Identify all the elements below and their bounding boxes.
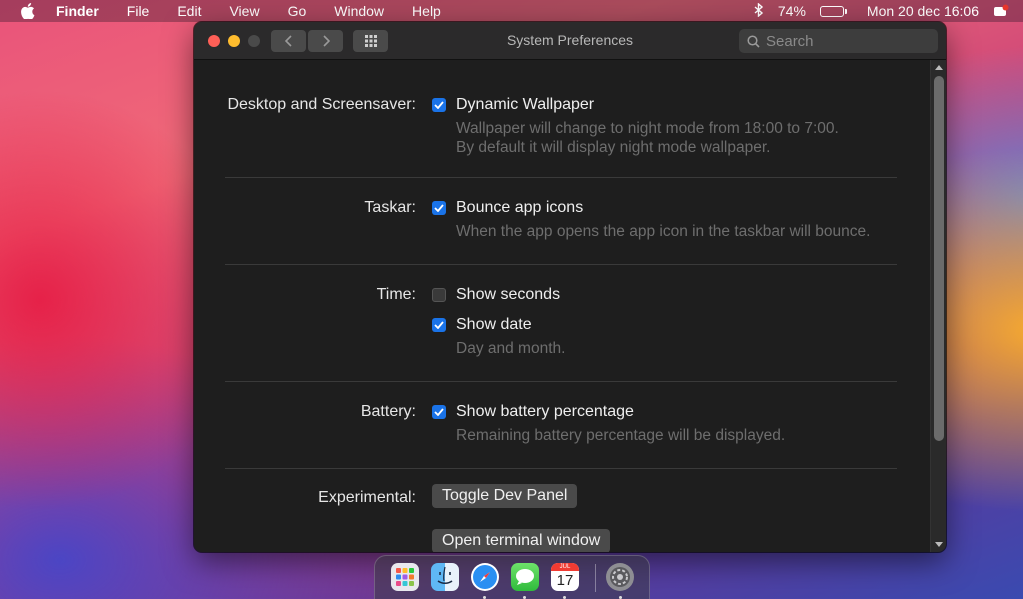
checkbox-checked[interactable] xyxy=(432,318,446,332)
section-label: Taskar: xyxy=(364,199,416,216)
option-label: Dynamic Wallpaper xyxy=(456,96,595,113)
scroll-down-arrow-icon[interactable] xyxy=(934,540,944,550)
notification-center-icon[interactable] xyxy=(993,4,1009,18)
description-line: Wallpaper will change to night mode from… xyxy=(456,120,839,137)
checkbox-unchecked[interactable] xyxy=(432,288,446,302)
battery-icon[interactable] xyxy=(819,5,847,17)
option-description: Day and month. xyxy=(456,340,566,357)
search-input[interactable] xyxy=(766,32,926,50)
calendar-day: 17 xyxy=(556,572,574,589)
divider xyxy=(225,381,897,382)
checkbox-checked[interactable] xyxy=(432,405,446,419)
menu-extras: 74% Mon 20 dec 16:06 xyxy=(740,0,1009,22)
scroll-up-arrow-icon[interactable] xyxy=(934,62,944,72)
option-show-battery-percentage[interactable]: Show battery percentage xyxy=(432,403,634,421)
option-label: Bounce app icons xyxy=(456,199,584,216)
messages-icon[interactable] xyxy=(511,563,539,591)
dock: JUL 17 xyxy=(374,555,650,599)
menu-app-name[interactable]: Finder xyxy=(56,0,99,22)
system-preferences-window: System Preferences Desktop and Screensav… xyxy=(194,22,946,552)
checkmark-icon xyxy=(434,408,444,416)
calendar-month: JUL xyxy=(551,563,579,571)
option-label: Show date xyxy=(456,316,532,333)
menu-file[interactable]: File xyxy=(127,0,150,22)
option-description: When the app opens the app icon in the t… xyxy=(456,223,871,240)
system-preferences-icon[interactable] xyxy=(606,563,634,591)
description-line: By default it will display night mode wa… xyxy=(456,139,771,156)
option-label: Show seconds xyxy=(456,286,561,303)
dock-separator xyxy=(595,564,596,592)
scrollbar-thumb[interactable] xyxy=(934,76,944,441)
checkmark-icon xyxy=(434,321,444,329)
option-dynamic-wallpaper[interactable]: Dynamic Wallpaper xyxy=(432,96,594,114)
safari-icon[interactable] xyxy=(471,563,499,591)
option-show-seconds[interactable]: Show seconds xyxy=(432,286,560,304)
option-description: Remaining battery percentage will be dis… xyxy=(456,427,786,444)
search-field[interactable] xyxy=(739,29,938,53)
preferences-content: Desktop and Screensaver: Dynamic Wallpap… xyxy=(194,60,928,552)
menu-bar: Finder File Edit View Go Window Help 74%… xyxy=(0,0,1023,22)
option-label: Show battery percentage xyxy=(456,403,634,420)
checkbox-checked[interactable] xyxy=(432,201,446,215)
window-titlebar: System Preferences xyxy=(194,22,946,60)
calendar-icon[interactable]: JUL 17 xyxy=(551,563,579,591)
option-show-date[interactable]: Show date xyxy=(432,316,532,334)
vertical-scrollbar[interactable] xyxy=(930,60,946,552)
battery-percent[interactable]: 74% xyxy=(778,3,806,19)
section-label: Experimental: xyxy=(318,489,416,506)
toggle-dev-panel-button[interactable]: Toggle Dev Panel xyxy=(432,484,578,508)
search-icon xyxy=(747,34,760,48)
divider xyxy=(225,264,897,265)
divider xyxy=(225,468,897,469)
option-bounce-app-icons[interactable]: Bounce app icons xyxy=(432,199,583,217)
clock[interactable]: Mon 20 dec 16:06 xyxy=(867,3,979,19)
menu-view[interactable]: View xyxy=(229,0,259,22)
section-label: Battery: xyxy=(360,403,416,420)
apple-menu-icon[interactable] xyxy=(20,3,36,19)
menu-window[interactable]: Window xyxy=(334,0,384,22)
checkbox-checked[interactable] xyxy=(432,98,446,112)
open-terminal-window-button[interactable]: Open terminal window xyxy=(432,529,611,552)
bluetooth-icon[interactable] xyxy=(754,1,764,20)
section-label: Desktop and Screensaver: xyxy=(227,96,416,113)
menu-help[interactable]: Help xyxy=(412,0,441,22)
checkmark-icon xyxy=(434,101,444,109)
menu-edit[interactable]: Edit xyxy=(177,0,201,22)
menu-go[interactable]: Go xyxy=(288,0,307,22)
finder-icon[interactable] xyxy=(431,563,459,591)
option-description: Wallpaper will change to night mode from… xyxy=(456,119,839,157)
checkmark-icon xyxy=(434,204,444,212)
divider xyxy=(225,177,897,178)
launchpad-icon[interactable] xyxy=(391,563,419,591)
section-label: Time: xyxy=(376,286,416,303)
